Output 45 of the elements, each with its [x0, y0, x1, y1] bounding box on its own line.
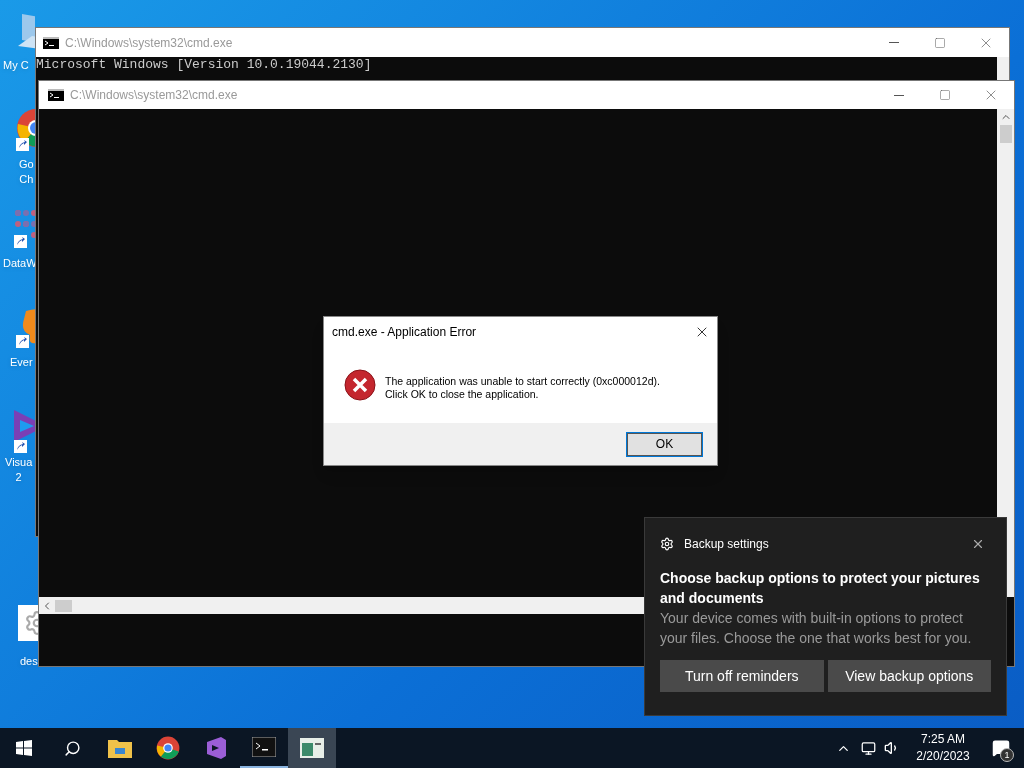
shortcut-icon	[16, 335, 29, 348]
ok-button[interactable]: OK	[627, 432, 702, 456]
error-message: Click OK to close the application.	[385, 388, 540, 401]
notification-button[interactable]: View backup options	[827, 660, 991, 692]
settings-icon	[660, 537, 674, 551]
desktop-icon-label[interactable]: Go Ch	[19, 157, 34, 187]
error-message: The application was unable to start correctly (0xc000012d).	[385, 375, 660, 388]
console-icon	[252, 737, 276, 757]
dialog-title: cmd.exe - Application Error	[332, 324, 478, 341]
folder-icon	[108, 738, 132, 758]
console-icon	[48, 89, 64, 101]
scrollbar-thumb[interactable]	[999, 125, 1012, 143]
chrome-icon	[156, 736, 180, 760]
notification-button[interactable]: Turn off reminders	[660, 660, 824, 692]
error-icon	[344, 369, 376, 401]
taskbar-app[interactable]	[288, 728, 336, 768]
desktop-icon-label[interactable]: des	[20, 654, 38, 669]
close-icon[interactable]	[971, 537, 985, 551]
notification-count: 1	[1000, 748, 1014, 762]
notification-heading: Choose backup options to protect your pictures and documents	[660, 569, 981, 608]
clock[interactable]: 7:25 AM 2/20/2023	[908, 731, 978, 765]
shortcut-icon	[14, 440, 27, 453]
desktop-icon-label[interactable]: Visua 2	[5, 455, 33, 485]
shortcut-icon	[14, 235, 27, 248]
desktop-icon-label[interactable]: Ever	[10, 355, 33, 370]
windows-logo-icon	[16, 740, 32, 756]
notification-app-name: Backup settings	[684, 536, 770, 553]
form-icon	[300, 738, 324, 758]
scrollbar-thumb[interactable]	[55, 599, 72, 612]
gear-icon	[18, 605, 38, 641]
shortcut-icon	[16, 138, 29, 151]
minimize-icon	[894, 94, 904, 96]
maximize-icon	[934, 36, 946, 49]
network-icon[interactable]	[861, 740, 876, 756]
desktop-icon-label[interactable]: My C	[3, 58, 29, 73]
studio-icon	[204, 736, 228, 760]
notification-body: Your device comes with built-in options to protect your files. Choose the one that works best for you.	[660, 609, 973, 648]
window-title: C:\Windows\system32\cmd.exe	[70, 87, 239, 104]
console-icon	[43, 36, 59, 49]
desktop-icon-label[interactable]: DataW	[3, 256, 37, 271]
minimize-icon	[889, 42, 899, 43]
window-title: C:\Windows\system32\cmd.exe	[65, 34, 234, 52]
maximize-icon	[939, 89, 951, 101]
search-icon	[63, 739, 81, 757]
console-line: Microsoft Windows [Version 10.0.19044.2130]	[36, 57, 373, 73]
